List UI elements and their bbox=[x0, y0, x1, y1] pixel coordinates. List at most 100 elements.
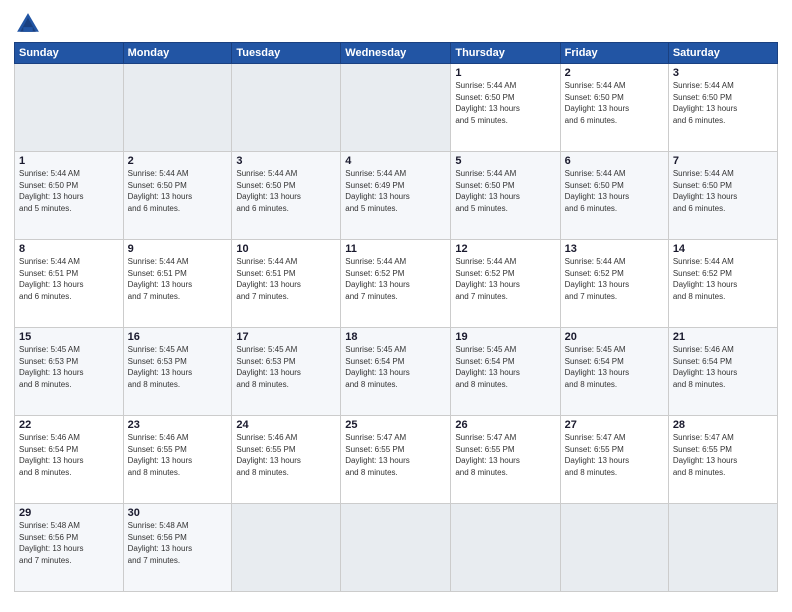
calendar-cell: 1Sunrise: 5:44 AMSunset: 6:50 PMDaylight… bbox=[451, 64, 560, 152]
day-info: Sunrise: 5:45 AMSunset: 6:54 PMDaylight:… bbox=[345, 344, 446, 390]
day-number: 18 bbox=[345, 331, 446, 343]
week-row: 22Sunrise: 5:46 AMSunset: 6:54 PMDayligh… bbox=[15, 416, 778, 504]
day-info: Sunrise: 5:44 AMSunset: 6:51 PMDaylight:… bbox=[236, 256, 336, 302]
day-number: 6 bbox=[565, 155, 664, 167]
day-info: Sunrise: 5:47 AMSunset: 6:55 PMDaylight:… bbox=[565, 432, 664, 478]
calendar-cell bbox=[451, 504, 560, 592]
calendar-cell: 4Sunrise: 5:44 AMSunset: 6:49 PMDaylight… bbox=[341, 152, 451, 240]
day-info: Sunrise: 5:46 AMSunset: 6:55 PMDaylight:… bbox=[128, 432, 228, 478]
calendar-cell: 6Sunrise: 5:44 AMSunset: 6:50 PMDaylight… bbox=[560, 152, 668, 240]
calendar-cell: 13Sunrise: 5:44 AMSunset: 6:52 PMDayligh… bbox=[560, 240, 668, 328]
calendar-cell: 9Sunrise: 5:44 AMSunset: 6:51 PMDaylight… bbox=[123, 240, 232, 328]
day-info: Sunrise: 5:48 AMSunset: 6:56 PMDaylight:… bbox=[128, 520, 228, 566]
day-number: 27 bbox=[565, 419, 664, 431]
day-number: 10 bbox=[236, 243, 336, 255]
day-number: 16 bbox=[128, 331, 228, 343]
day-number: 3 bbox=[236, 155, 336, 167]
header-cell-friday: Friday bbox=[560, 43, 668, 64]
day-info: Sunrise: 5:47 AMSunset: 6:55 PMDaylight:… bbox=[673, 432, 773, 478]
day-info: Sunrise: 5:44 AMSunset: 6:50 PMDaylight:… bbox=[455, 168, 555, 214]
day-number: 20 bbox=[565, 331, 664, 343]
calendar-cell: 17Sunrise: 5:45 AMSunset: 6:53 PMDayligh… bbox=[232, 328, 341, 416]
day-number: 26 bbox=[455, 419, 555, 431]
calendar-cell: 7Sunrise: 5:44 AMSunset: 6:50 PMDaylight… bbox=[668, 152, 777, 240]
day-number: 7 bbox=[673, 155, 773, 167]
day-info: Sunrise: 5:44 AMSunset: 6:50 PMDaylight:… bbox=[673, 80, 773, 126]
calendar-cell: 22Sunrise: 5:46 AMSunset: 6:54 PMDayligh… bbox=[15, 416, 124, 504]
day-number: 15 bbox=[19, 331, 119, 343]
day-number: 28 bbox=[673, 419, 773, 431]
calendar-cell: 15Sunrise: 5:45 AMSunset: 6:53 PMDayligh… bbox=[15, 328, 124, 416]
calendar-cell: 19Sunrise: 5:45 AMSunset: 6:54 PMDayligh… bbox=[451, 328, 560, 416]
calendar-cell: 28Sunrise: 5:47 AMSunset: 6:55 PMDayligh… bbox=[668, 416, 777, 504]
day-number: 17 bbox=[236, 331, 336, 343]
calendar-cell: 8Sunrise: 5:44 AMSunset: 6:51 PMDaylight… bbox=[15, 240, 124, 328]
calendar-cell: 27Sunrise: 5:47 AMSunset: 6:55 PMDayligh… bbox=[560, 416, 668, 504]
calendar-cell: 3Sunrise: 5:44 AMSunset: 6:50 PMDaylight… bbox=[668, 64, 777, 152]
calendar-cell bbox=[15, 64, 124, 152]
day-info: Sunrise: 5:45 AMSunset: 6:53 PMDaylight:… bbox=[19, 344, 119, 390]
day-info: Sunrise: 5:44 AMSunset: 6:52 PMDaylight:… bbox=[565, 256, 664, 302]
calendar-cell: 23Sunrise: 5:46 AMSunset: 6:55 PMDayligh… bbox=[123, 416, 232, 504]
day-number: 13 bbox=[565, 243, 664, 255]
day-info: Sunrise: 5:45 AMSunset: 6:53 PMDaylight:… bbox=[128, 344, 228, 390]
week-row: 1Sunrise: 5:44 AMSunset: 6:50 PMDaylight… bbox=[15, 64, 778, 152]
day-number: 9 bbox=[128, 243, 228, 255]
calendar-cell: 10Sunrise: 5:44 AMSunset: 6:51 PMDayligh… bbox=[232, 240, 341, 328]
day-info: Sunrise: 5:44 AMSunset: 6:50 PMDaylight:… bbox=[455, 80, 555, 126]
day-info: Sunrise: 5:44 AMSunset: 6:50 PMDaylight:… bbox=[128, 168, 228, 214]
calendar-cell: 16Sunrise: 5:45 AMSunset: 6:53 PMDayligh… bbox=[123, 328, 232, 416]
day-info: Sunrise: 5:44 AMSunset: 6:52 PMDaylight:… bbox=[345, 256, 446, 302]
header-cell-sunday: Sunday bbox=[15, 43, 124, 64]
calendar-cell: 14Sunrise: 5:44 AMSunset: 6:52 PMDayligh… bbox=[668, 240, 777, 328]
day-info: Sunrise: 5:45 AMSunset: 6:53 PMDaylight:… bbox=[236, 344, 336, 390]
calendar-cell: 1Sunrise: 5:44 AMSunset: 6:50 PMDaylight… bbox=[15, 152, 124, 240]
day-info: Sunrise: 5:44 AMSunset: 6:51 PMDaylight:… bbox=[128, 256, 228, 302]
day-number: 11 bbox=[345, 243, 446, 255]
day-info: Sunrise: 5:47 AMSunset: 6:55 PMDaylight:… bbox=[345, 432, 446, 478]
calendar-cell bbox=[560, 504, 668, 592]
day-number: 25 bbox=[345, 419, 446, 431]
day-info: Sunrise: 5:44 AMSunset: 6:52 PMDaylight:… bbox=[455, 256, 555, 302]
day-number: 5 bbox=[455, 155, 555, 167]
header-row: SundayMondayTuesdayWednesdayThursdayFrid… bbox=[15, 43, 778, 64]
calendar-cell bbox=[232, 504, 341, 592]
day-number: 21 bbox=[673, 331, 773, 343]
day-number: 1 bbox=[19, 155, 119, 167]
calendar-cell: 11Sunrise: 5:44 AMSunset: 6:52 PMDayligh… bbox=[341, 240, 451, 328]
calendar-cell bbox=[668, 504, 777, 592]
day-info: Sunrise: 5:44 AMSunset: 6:51 PMDaylight:… bbox=[19, 256, 119, 302]
calendar-cell: 12Sunrise: 5:44 AMSunset: 6:52 PMDayligh… bbox=[451, 240, 560, 328]
day-number: 12 bbox=[455, 243, 555, 255]
day-number: 1 bbox=[455, 67, 555, 79]
header-cell-wednesday: Wednesday bbox=[341, 43, 451, 64]
day-info: Sunrise: 5:47 AMSunset: 6:55 PMDaylight:… bbox=[455, 432, 555, 478]
day-info: Sunrise: 5:48 AMSunset: 6:56 PMDaylight:… bbox=[19, 520, 119, 566]
day-number: 29 bbox=[19, 507, 119, 519]
week-row: 8Sunrise: 5:44 AMSunset: 6:51 PMDaylight… bbox=[15, 240, 778, 328]
page: SundayMondayTuesdayWednesdayThursdayFrid… bbox=[0, 0, 792, 612]
week-row: 29Sunrise: 5:48 AMSunset: 6:56 PMDayligh… bbox=[15, 504, 778, 592]
header-cell-thursday: Thursday bbox=[451, 43, 560, 64]
calendar-cell: 29Sunrise: 5:48 AMSunset: 6:56 PMDayligh… bbox=[15, 504, 124, 592]
day-number: 19 bbox=[455, 331, 555, 343]
calendar-cell: 24Sunrise: 5:46 AMSunset: 6:55 PMDayligh… bbox=[232, 416, 341, 504]
day-info: Sunrise: 5:44 AMSunset: 6:49 PMDaylight:… bbox=[345, 168, 446, 214]
calendar-cell: 2Sunrise: 5:44 AMSunset: 6:50 PMDaylight… bbox=[560, 64, 668, 152]
day-number: 8 bbox=[19, 243, 119, 255]
week-row: 1Sunrise: 5:44 AMSunset: 6:50 PMDaylight… bbox=[15, 152, 778, 240]
calendar-table: SundayMondayTuesdayWednesdayThursdayFrid… bbox=[14, 42, 778, 592]
day-number: 14 bbox=[673, 243, 773, 255]
logo bbox=[14, 10, 46, 38]
header-cell-saturday: Saturday bbox=[668, 43, 777, 64]
day-number: 22 bbox=[19, 419, 119, 431]
day-number: 23 bbox=[128, 419, 228, 431]
header bbox=[14, 10, 778, 38]
header-cell-tuesday: Tuesday bbox=[232, 43, 341, 64]
day-number: 4 bbox=[345, 155, 446, 167]
calendar-cell: 30Sunrise: 5:48 AMSunset: 6:56 PMDayligh… bbox=[123, 504, 232, 592]
day-number: 24 bbox=[236, 419, 336, 431]
day-info: Sunrise: 5:44 AMSunset: 6:50 PMDaylight:… bbox=[19, 168, 119, 214]
day-info: Sunrise: 5:44 AMSunset: 6:50 PMDaylight:… bbox=[673, 168, 773, 214]
logo-icon bbox=[14, 10, 42, 38]
